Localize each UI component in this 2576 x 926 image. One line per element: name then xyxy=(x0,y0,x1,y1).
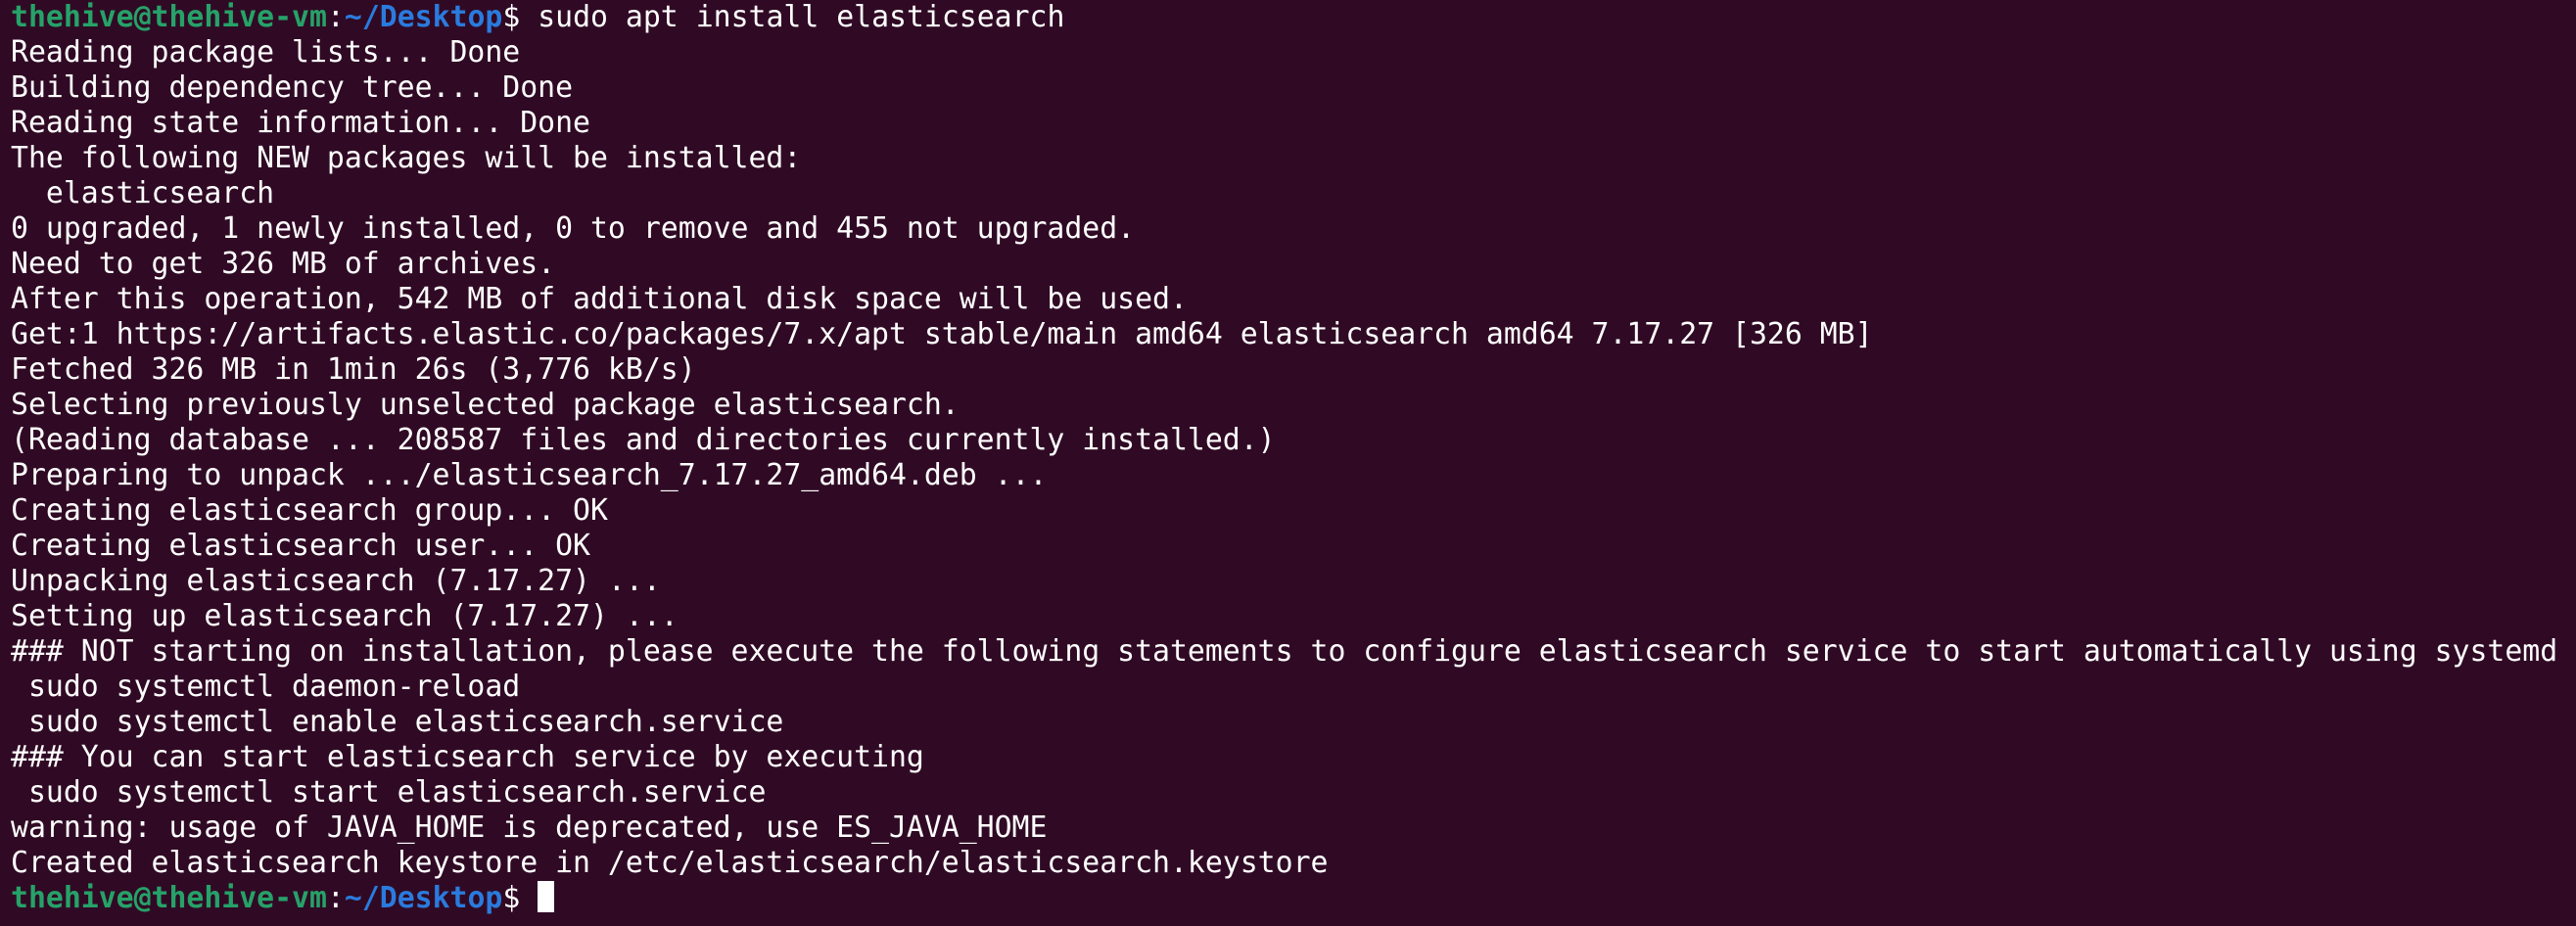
output-line: Reading state information... Done xyxy=(11,106,590,140)
active-prompt-line[interactable]: thehive@thehive-vm:~/Desktop$ xyxy=(11,881,2576,916)
output-line: (Reading database ... 208587 files and d… xyxy=(11,423,1276,457)
prompt-dollar: $ xyxy=(502,881,521,915)
output-line: Get:1 https://artifacts.elastic.co/packa… xyxy=(11,317,1873,351)
output-line: Unpacking elasticsearch (7.17.27) ... xyxy=(11,564,661,598)
output-line: warning: usage of JAVA_HOME is deprecate… xyxy=(11,810,1048,845)
output-line: Created elasticsearch keystore in /etc/e… xyxy=(11,846,1329,880)
prompt-path: ~/Desktop xyxy=(344,0,503,34)
output-line: ### You can start elasticsearch service … xyxy=(11,740,924,774)
output-line: ### NOT starting on installation, please… xyxy=(11,634,2558,669)
prompt-user-host: thehive@thehive-vm xyxy=(11,0,327,34)
output-line: After this operation, 542 MB of addition… xyxy=(11,282,1188,316)
prompt-path: ~/Desktop xyxy=(344,881,503,915)
prompt-user-host: thehive@thehive-vm xyxy=(11,881,327,915)
output-line: Building dependency tree... Done xyxy=(11,70,574,105)
prompt-dollar: $ xyxy=(502,0,521,34)
terminal-window[interactable]: thehive@thehive-vm:~/Desktop$ sudo apt i… xyxy=(0,0,2576,926)
output-line: Reading package lists... Done xyxy=(11,35,521,69)
output-line: 0 upgraded, 1 newly installed, 0 to remo… xyxy=(11,211,1136,246)
output-line: sudo systemctl daemon-reload xyxy=(11,670,521,704)
prompt-colon: : xyxy=(326,881,345,915)
output-line: The following NEW packages will be insta… xyxy=(11,141,802,175)
output-line: Creating elasticsearch group... OK xyxy=(11,493,608,528)
command-text: sudo apt install elasticsearch xyxy=(520,0,1065,34)
output-line: elasticsearch xyxy=(11,176,275,210)
output-line: Need to get 326 MB of archives. xyxy=(11,247,556,281)
text-cursor[interactable] xyxy=(538,881,555,912)
output-line: Fetched 326 MB in 1min 26s (3,776 kB/s) xyxy=(11,352,696,387)
prompt-colon: : xyxy=(326,0,345,34)
output-line: Preparing to unpack .../elasticsearch_7.… xyxy=(11,458,1048,492)
output-line: sudo systemctl enable elasticsearch.serv… xyxy=(11,705,784,739)
output-line: Setting up elasticsearch (7.17.27) ... xyxy=(11,599,679,633)
command-line: thehive@thehive-vm:~/Desktop$ sudo apt i… xyxy=(11,0,2576,35)
output-line: Selecting previously unselected package … xyxy=(11,388,960,422)
output-line: Creating elasticsearch user... OK xyxy=(11,529,590,563)
output-line: sudo systemctl start elasticsearch.servi… xyxy=(11,775,767,810)
